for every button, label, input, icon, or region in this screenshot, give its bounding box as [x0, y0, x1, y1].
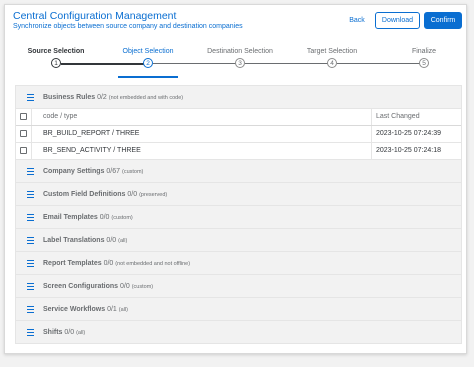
page-title: Central Configuration Management	[13, 10, 177, 22]
group-title: Screen Configurations 0/0 (custom)	[43, 283, 153, 290]
column-header-code[interactable]: code / type	[43, 113, 77, 120]
wizard-step-4-circle[interactable]: 4	[327, 58, 337, 68]
group-note: (all)	[76, 329, 86, 336]
select-all-checkbox[interactable]	[20, 113, 27, 120]
wizard-step-3-label[interactable]: Destination Selection	[207, 48, 273, 55]
group-title: Report Templates 0/0 (not embedded and n…	[43, 260, 190, 267]
group-custom-field-definitions[interactable]: Custom Field Definitions 0/0 (preserved)	[16, 183, 461, 206]
list-icon	[27, 329, 34, 336]
column-divider	[371, 109, 372, 125]
configuration-dialog: Central Configuration Management Synchro…	[4, 4, 467, 354]
wizard-progress: Source Selection 1 Object Selection 2 De…	[5, 43, 466, 78]
list-icon	[27, 94, 34, 101]
wizard-step-5-circle[interactable]: 5	[419, 58, 429, 68]
page-subtitle: Synchronize objects between source compa…	[13, 23, 243, 30]
column-divider	[371, 126, 372, 142]
wizard-step-1-circle[interactable]: 1	[51, 58, 61, 68]
confirm-button[interactable]: Confirm	[424, 12, 462, 29]
business-rules-table: code / type Last Changed BR_BUILD_REPORT…	[16, 109, 461, 161]
column-divider	[31, 126, 32, 142]
row-last-changed: 2023-10-25 07:24:39	[376, 130, 441, 137]
list-icon	[27, 214, 34, 221]
group-name: Business Rules	[43, 93, 96, 101]
group-title: Shifts 0/0 (all)	[43, 329, 85, 336]
group-name: Service Workflows	[43, 305, 106, 313]
group-service-workflows[interactable]: Service Workflows 0/1 (all)	[16, 298, 461, 321]
group-name: Company Settings	[43, 167, 105, 175]
group-title: Email Templates 0/0 (custom)	[43, 214, 133, 221]
group-report-templates[interactable]: Report Templates 0/0 (not embedded and n…	[16, 252, 461, 275]
group-count: 0/1	[107, 305, 117, 313]
group-note: (custom)	[131, 283, 154, 290]
wizard-step-3-circle[interactable]: 3	[235, 58, 245, 68]
group-name: Custom Field Definitions	[43, 190, 126, 198]
group-email-templates[interactable]: Email Templates 0/0 (custom)	[16, 206, 461, 229]
wizard-step-2-circle[interactable]: 2	[143, 58, 153, 68]
table-row[interactable]: BR_SEND_ACTIVITY / THREE 2023-10-25 07:2…	[16, 143, 461, 160]
wizard-step-2-label[interactable]: Object Selection	[123, 48, 174, 55]
group-name: Label Translations	[43, 236, 105, 244]
group-note: (not embedded and with code)	[108, 94, 184, 101]
list-icon	[27, 306, 34, 313]
list-icon	[27, 168, 34, 175]
row-checkbox[interactable]	[20, 130, 27, 137]
column-divider	[31, 143, 32, 159]
group-business-rules[interactable]: Business Rules 0/2 (not embedded and wit…	[16, 86, 461, 109]
group-name: Email Templates	[43, 213, 98, 221]
download-button[interactable]: Download	[375, 12, 420, 29]
group-name: Shifts	[43, 328, 63, 336]
group-note: (custom)	[121, 168, 144, 175]
group-name: Report Templates	[43, 259, 102, 267]
group-title: Custom Field Definitions 0/0 (preserved)	[43, 191, 167, 198]
wizard-step-1-label[interactable]: Source Selection	[28, 48, 85, 55]
table-header-row: code / type Last Changed	[16, 109, 461, 126]
wizard-line-3	[245, 63, 331, 64]
wizard-line-2	[153, 63, 239, 64]
list-icon	[27, 191, 34, 198]
group-name: Screen Configurations	[43, 282, 119, 290]
row-code: BR_BUILD_REPORT / THREE	[43, 130, 140, 137]
group-title: Label Translations 0/0 (all)	[43, 237, 127, 244]
list-icon	[27, 237, 34, 244]
group-screen-configurations[interactable]: Screen Configurations 0/0 (custom)	[16, 275, 461, 298]
dialog-header: Central Configuration Management Synchro…	[5, 5, 466, 39]
wizard-line-4	[337, 63, 423, 64]
column-header-last-changed[interactable]: Last Changed	[376, 113, 420, 120]
group-note: (not embedded and not offline)	[115, 260, 191, 267]
group-count: 0/0	[106, 236, 117, 244]
group-shifts[interactable]: Shifts 0/0 (all)	[16, 321, 461, 344]
group-count: 0/0	[120, 282, 130, 290]
group-company-settings[interactable]: Company Settings 0/67 (custom)	[16, 160, 461, 183]
back-button[interactable]: Back	[344, 12, 370, 29]
group-count: 0/0	[64, 328, 75, 336]
row-last-changed: 2023-10-25 07:24:18	[376, 147, 441, 154]
table-row[interactable]: BR_BUILD_REPORT / THREE 2023-10-25 07:24…	[16, 126, 461, 143]
group-title: Company Settings 0/67 (custom)	[43, 168, 143, 175]
column-divider	[371, 143, 372, 159]
group-note: (all)	[118, 306, 128, 313]
row-code: BR_SEND_ACTIVITY / THREE	[43, 147, 141, 154]
wizard-active-indicator	[118, 76, 178, 78]
object-groups-panel: Business Rules 0/2 (not embedded and wit…	[15, 85, 462, 344]
wizard-step-5-label[interactable]: Finalize	[412, 48, 436, 55]
list-icon	[27, 283, 34, 290]
row-checkbox[interactable]	[20, 147, 27, 154]
group-count: 0/67	[106, 167, 121, 175]
group-note: (preserved)	[139, 191, 168, 198]
group-note: (all)	[118, 237, 128, 244]
group-title: Service Workflows 0/1 (all)	[43, 306, 128, 313]
group-count: 0/0	[103, 259, 114, 267]
group-count: 0/2	[97, 93, 107, 101]
column-divider	[31, 109, 32, 125]
wizard-step-4-label[interactable]: Target Selection	[307, 48, 357, 55]
list-icon	[27, 260, 34, 267]
group-count: 0/0	[99, 213, 110, 221]
group-label-translations[interactable]: Label Translations 0/0 (all)	[16, 229, 461, 252]
group-count: 0/0	[127, 190, 138, 198]
group-title: Business Rules 0/2 (not embedded and wit…	[43, 94, 183, 101]
wizard-line-1	[61, 63, 147, 65]
group-note: (custom)	[111, 214, 133, 221]
